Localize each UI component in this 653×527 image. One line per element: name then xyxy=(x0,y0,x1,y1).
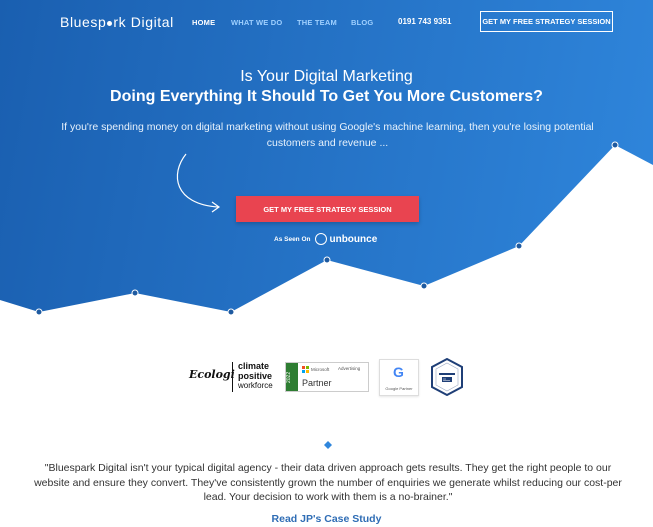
climate-line: climate xyxy=(238,361,270,371)
hero-subheadline: If you're spending money on digital mark… xyxy=(61,121,594,149)
diamond-divider-icon xyxy=(324,441,332,449)
phone-number[interactable]: 0191 743 9351 xyxy=(398,17,451,26)
ms-advertising-text: Advertising xyxy=(338,366,361,371)
ms-brand-text: Microsoft xyxy=(311,367,330,372)
microsoft-squares-icon xyxy=(302,366,309,373)
hero-headline-line2: Doing Everything It Should To Get You Mo… xyxy=(110,88,543,105)
google-g-icon: G xyxy=(393,364,404,380)
google-partner-badge: G Google Partner xyxy=(379,359,419,396)
hero-headline-line1: Is Your Digital Marketing xyxy=(240,68,413,85)
as-seen-on: As Seen On unbounce xyxy=(274,233,377,245)
logo-text: rk Digital xyxy=(113,14,174,30)
google-partner-text: Google Partner xyxy=(385,386,413,391)
logo-text: Bluesp xyxy=(60,14,107,30)
curved-arrow-icon xyxy=(176,153,221,213)
microsoft-partner-badge: 2022 Microsoft Advertising Partner xyxy=(285,362,369,392)
top-navigation: Bluesp rk Digital HOME WHAT WE DO THE TEA… xyxy=(0,0,653,42)
nav-link-blog[interactable]: BLOG xyxy=(351,18,373,27)
nav-link-what-we-do[interactable]: WHAT WE DO xyxy=(231,18,282,27)
hero-strategy-session-button[interactable]: GET MY FREE STRATEGY SESSION xyxy=(236,196,419,222)
climate-line: positive xyxy=(238,371,273,381)
nav-link-the-team[interactable]: THE TEAM xyxy=(297,18,337,27)
testimonial-quote: "Bluespark Digital isn't your typical di… xyxy=(34,462,622,503)
logo[interactable]: Bluesp rk Digital xyxy=(60,14,174,30)
nav-strategy-session-button[interactable]: GET MY FREE STRATEGY SESSION xyxy=(480,11,613,32)
case-study-link[interactable]: Read JP's Case Study xyxy=(0,513,653,525)
logo-dot-icon xyxy=(107,21,113,26)
unbounce-logo-text[interactable]: unbounce xyxy=(329,234,377,245)
partner-badges: Ecologi climate positive workforce 2022 … xyxy=(0,356,653,398)
climate-line: workforce xyxy=(238,381,273,390)
hero-mountain-graph xyxy=(0,141,653,330)
certification-badge-icon xyxy=(431,358,463,396)
nav-link-home[interactable]: HOME xyxy=(192,18,215,27)
ecologi-divider xyxy=(232,362,233,392)
unbounce-logo-icon xyxy=(315,233,328,245)
ms-partner-text: Partner xyxy=(302,378,332,388)
as-seen-on-label: As Seen On xyxy=(274,235,311,243)
microsoft-logo: Microsoft xyxy=(302,366,329,373)
ms-badge-year: 2022 xyxy=(286,363,298,391)
hero-section: Bluesp rk Digital HOME WHAT WE DO THE TEA… xyxy=(0,0,653,330)
climate-positive-logo: climate positive workforce xyxy=(238,361,273,391)
ecologi-logo: Ecologi xyxy=(189,368,235,381)
